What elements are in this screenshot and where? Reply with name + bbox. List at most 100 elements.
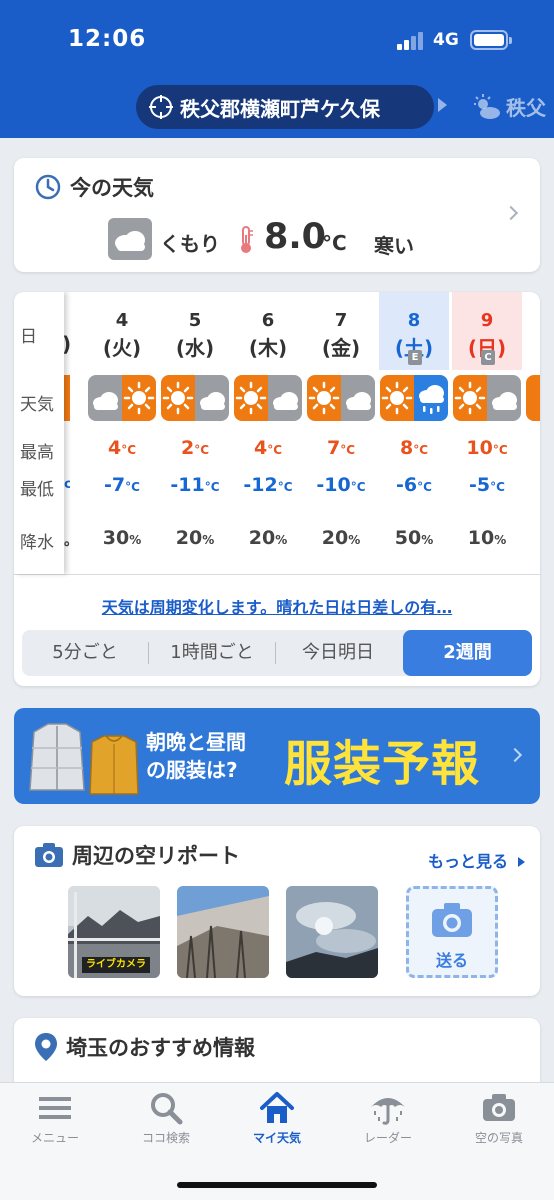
location-name: 秩父郡横瀬町芦ケ久保	[180, 96, 380, 121]
row-label-high: 最高	[20, 443, 54, 463]
thermometer-icon	[241, 226, 253, 253]
nav-my-weather[interactable]: マイ天気	[222, 1091, 332, 1146]
row-label-weather: 天気	[20, 395, 54, 415]
forecast-precip: 20%	[321, 527, 361, 549]
chevron-right-icon[interactable]	[503, 205, 519, 221]
current-weather-title-text: 今の天気	[70, 176, 154, 200]
sky-photo-2[interactable]	[177, 886, 269, 978]
location-next-name: 秩父	[506, 96, 546, 120]
network-type: 4G	[433, 30, 459, 50]
camera-icon	[483, 1094, 515, 1121]
send-label: 送る	[435, 951, 468, 970]
app-header: 12:06 4G 秩父郡横瀬町芦ケ久保 秩父	[0, 0, 554, 138]
nav-sky-photos-label: 空の写真	[474, 1131, 523, 1145]
clock-icon	[35, 174, 61, 200]
sky-report-title: 周辺の空リポート	[34, 840, 240, 870]
sunny-then-cloudy-icon	[307, 375, 375, 421]
forecast-weekday: (水)	[175, 336, 215, 360]
send-photo-button[interactable]: 送る	[406, 886, 498, 978]
partial-low: c	[64, 477, 70, 492]
current-weather-label: くもり	[160, 232, 220, 256]
forecast-row-labels: 日 天気 最高 最低 降水	[14, 292, 64, 574]
forecast-low: -11°C	[170, 474, 220, 496]
current-temperature: 8.0	[264, 217, 327, 257]
forecast-precip: 20%	[248, 527, 288, 549]
forecast-comment-link[interactable]: 天気は周期変化します。晴れた日は日差しの有…	[14, 594, 540, 618]
cloudy-then-sunny-icon	[88, 375, 156, 421]
forecast-high: 10°C	[466, 437, 508, 459]
tab-today-tomorrow[interactable]: 今日明日	[276, 630, 400, 676]
row-label-day: 日	[20, 327, 37, 347]
row-label-pop: 降水	[20, 533, 54, 553]
crosshair-icon	[149, 95, 173, 119]
forecast-reliability-badge: C	[481, 350, 495, 365]
forecast-weekday: (木)	[248, 336, 288, 360]
sun-cloud-icon	[474, 93, 500, 119]
tab-hourly[interactable]: 1時間ごと	[149, 630, 275, 676]
live-camera-label: ライブカメラ	[82, 957, 150, 973]
clothing-forecast-banner[interactable]: 朝晩と昼間 の服装は? 服装予報	[14, 708, 540, 804]
row-label-low: 最低	[20, 480, 54, 500]
current-weather-title: 今の天気	[34, 172, 154, 202]
forecast-precip: 30%	[102, 527, 142, 549]
tab-2weeks[interactable]: 2週間	[403, 630, 532, 676]
forecast-date: 5	[188, 310, 202, 331]
forecast-low: -7°C	[104, 474, 140, 496]
nav-search-label: ココ検索	[141, 1131, 190, 1145]
see-more-link[interactable]: もっと見る	[428, 848, 525, 872]
forecast-low: -12°C	[243, 474, 293, 496]
forecast-precip: 50%	[394, 527, 434, 549]
sky-report-card: 周辺の空リポート もっと見る ライブカメラ 送る	[14, 826, 540, 996]
forecast-low: -10°C	[316, 474, 366, 496]
banner-line-1: 朝晩と昼間	[146, 730, 246, 754]
forecast-reliability-badge: E	[408, 350, 422, 365]
sunny-then-cloudy-icon	[161, 375, 229, 421]
forecast-low: -5°C	[469, 474, 505, 496]
nav-menu-label: メニュー	[30, 1131, 79, 1145]
search-icon	[151, 1093, 183, 1125]
status-time: 12:06	[68, 26, 147, 52]
sunny-then-cloudy-icon	[453, 375, 521, 421]
nav-sky-photos[interactable]: 空の写真	[444, 1091, 554, 1146]
forecast-day-column[interactable]: 9 (日) C 10°C -5°C 10%	[452, 292, 522, 574]
feels-like-label: 寒い	[374, 234, 414, 258]
forecast-high: 2°C	[180, 437, 210, 459]
tab-5min[interactable]: 5分ごと	[22, 630, 148, 676]
camera-icon	[432, 903, 472, 937]
current-temperature-unit: °C	[322, 231, 347, 255]
forecast-high: 4°C	[253, 437, 283, 459]
nav-menu[interactable]: メニュー	[0, 1091, 110, 1146]
forecast-day-column[interactable]: 8 (土) E 8°C -6°C 50%	[379, 292, 449, 574]
nav-search[interactable]: ココ検索	[111, 1091, 221, 1146]
forecast-high: 8°C	[399, 437, 429, 459]
location-selector[interactable]: 秩父郡横瀬町芦ケ久保	[136, 85, 434, 129]
chevron-right-icon	[507, 747, 523, 763]
location-next-arrow-icon[interactable]	[438, 98, 447, 112]
forecast-date: 8	[407, 310, 421, 331]
forecast-precip: 10%	[467, 527, 507, 549]
clothing-illustration-icon	[29, 723, 139, 795]
sunny-then-cloudy-icon	[234, 375, 302, 421]
banner-line-2: の服装は?	[146, 758, 238, 782]
home-icon	[260, 1092, 294, 1123]
home-indicator	[177, 1182, 377, 1188]
location-tab-next[interactable]: 秩父	[472, 92, 546, 121]
camera-icon	[35, 843, 63, 867]
forecast-high: 7°C	[326, 437, 356, 459]
nav-my-weather-label: マイ天気	[252, 1131, 301, 1145]
banner-text: 朝晩と昼間 の服装は?	[146, 728, 246, 784]
forecast-low: -6°C	[396, 474, 432, 496]
forecast-day-column[interactable]: 5 (水) 2°C -11°C 20%	[160, 292, 230, 574]
forecast-day-column[interactable]: 7 (金) 7°C -10°C 20%	[306, 292, 376, 574]
sky-report-title-text: 周辺の空リポート	[72, 844, 240, 868]
sunny-then-cloudy-rain-icon	[380, 375, 448, 421]
sky-photo-3[interactable]	[286, 886, 378, 978]
forecast-day-column[interactable]: 6 (木) 4°C -12°C 20%	[233, 292, 303, 574]
forecast-weekday: (金)	[321, 336, 361, 360]
saitama-info-title: 埼玉のおすすめ情報	[34, 1032, 255, 1062]
nav-radar[interactable]: レーダー	[333, 1091, 443, 1146]
forecast-day-column[interactable]: 4 (火) 4°C -7°C 30%	[87, 292, 157, 574]
partial-pop: 。	[64, 530, 70, 550]
saitama-info-title-text: 埼玉のおすすめ情報	[66, 1036, 255, 1060]
signal-icon	[397, 30, 427, 50]
